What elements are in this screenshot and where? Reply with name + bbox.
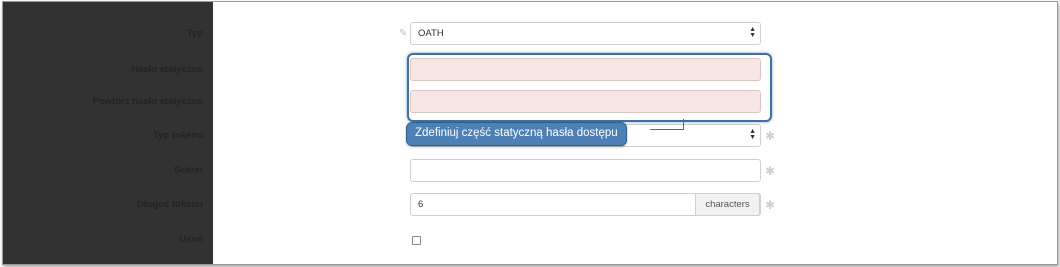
callout-connector <box>650 129 684 130</box>
typ-select[interactable]: OATH ▲ ▼ <box>410 22 761 45</box>
required-asterisk-icon: ✱ <box>765 164 776 178</box>
row-usun: Usuń <box>179 226 1057 254</box>
form-panel: Typ ✎ OATH ▲ ▼ Hasło statyczne Powtórz ha… <box>93 2 1057 264</box>
select-arrows-icon: ▲ ▼ <box>749 128 756 141</box>
typ-label: Typ <box>186 28 203 39</box>
dlugosc-tokenu-value: 6 <box>418 199 424 210</box>
usun-checkbox[interactable] <box>412 236 421 245</box>
window-frame: Typ ✎ OATH ▲ ▼ Hasło statyczne Powtórz ha… <box>2 1 1058 265</box>
haslo-statyczne-label: Hasło statyczne <box>131 64 203 75</box>
characters-addon: characters <box>695 193 760 216</box>
row-dlugosc-tokenu: Długoś tokenu 6 characters ✱ <box>137 191 1057 219</box>
dlugosc-tokenu-label: Długoś tokenu <box>137 199 203 210</box>
sekret-input[interactable] <box>410 159 761 182</box>
row-sekret: Sekret ✱ <box>174 157 1057 185</box>
usun-label: Usuń <box>179 234 203 245</box>
sekret-label: Sekret <box>173 165 203 176</box>
dlugosc-tokenu-input[interactable]: 6 characters <box>410 193 761 216</box>
powtorz-haslo-label: Powtórz hasło statyczne <box>92 96 203 107</box>
edit-icon[interactable]: ✎ <box>399 29 409 39</box>
required-asterisk-icon: ✱ <box>765 129 776 143</box>
powtorz-haslo-input[interactable] <box>410 90 761 113</box>
select-arrows-icon: ▲ ▼ <box>749 26 756 39</box>
callout-tooltip: Zdefiniuj część statyczną hasła dostępu <box>406 122 627 146</box>
row-typ-tokenu: Typ tokenu ▲ ▼ ✱ <box>153 122 1057 150</box>
required-asterisk-icon: ✱ <box>765 198 776 212</box>
haslo-statyczne-input[interactable] <box>410 58 761 81</box>
row-typ: Typ ✎ OATH ▲ ▼ <box>187 20 1057 48</box>
typ-value: OATH <box>418 28 444 39</box>
row-powtorz-haslo: Powtórz hasło statyczne <box>93 88 1057 116</box>
typ-tokenu-label: Typ tokenu <box>153 130 203 141</box>
row-haslo-statyczne: Hasło statyczne <box>131 56 1057 84</box>
